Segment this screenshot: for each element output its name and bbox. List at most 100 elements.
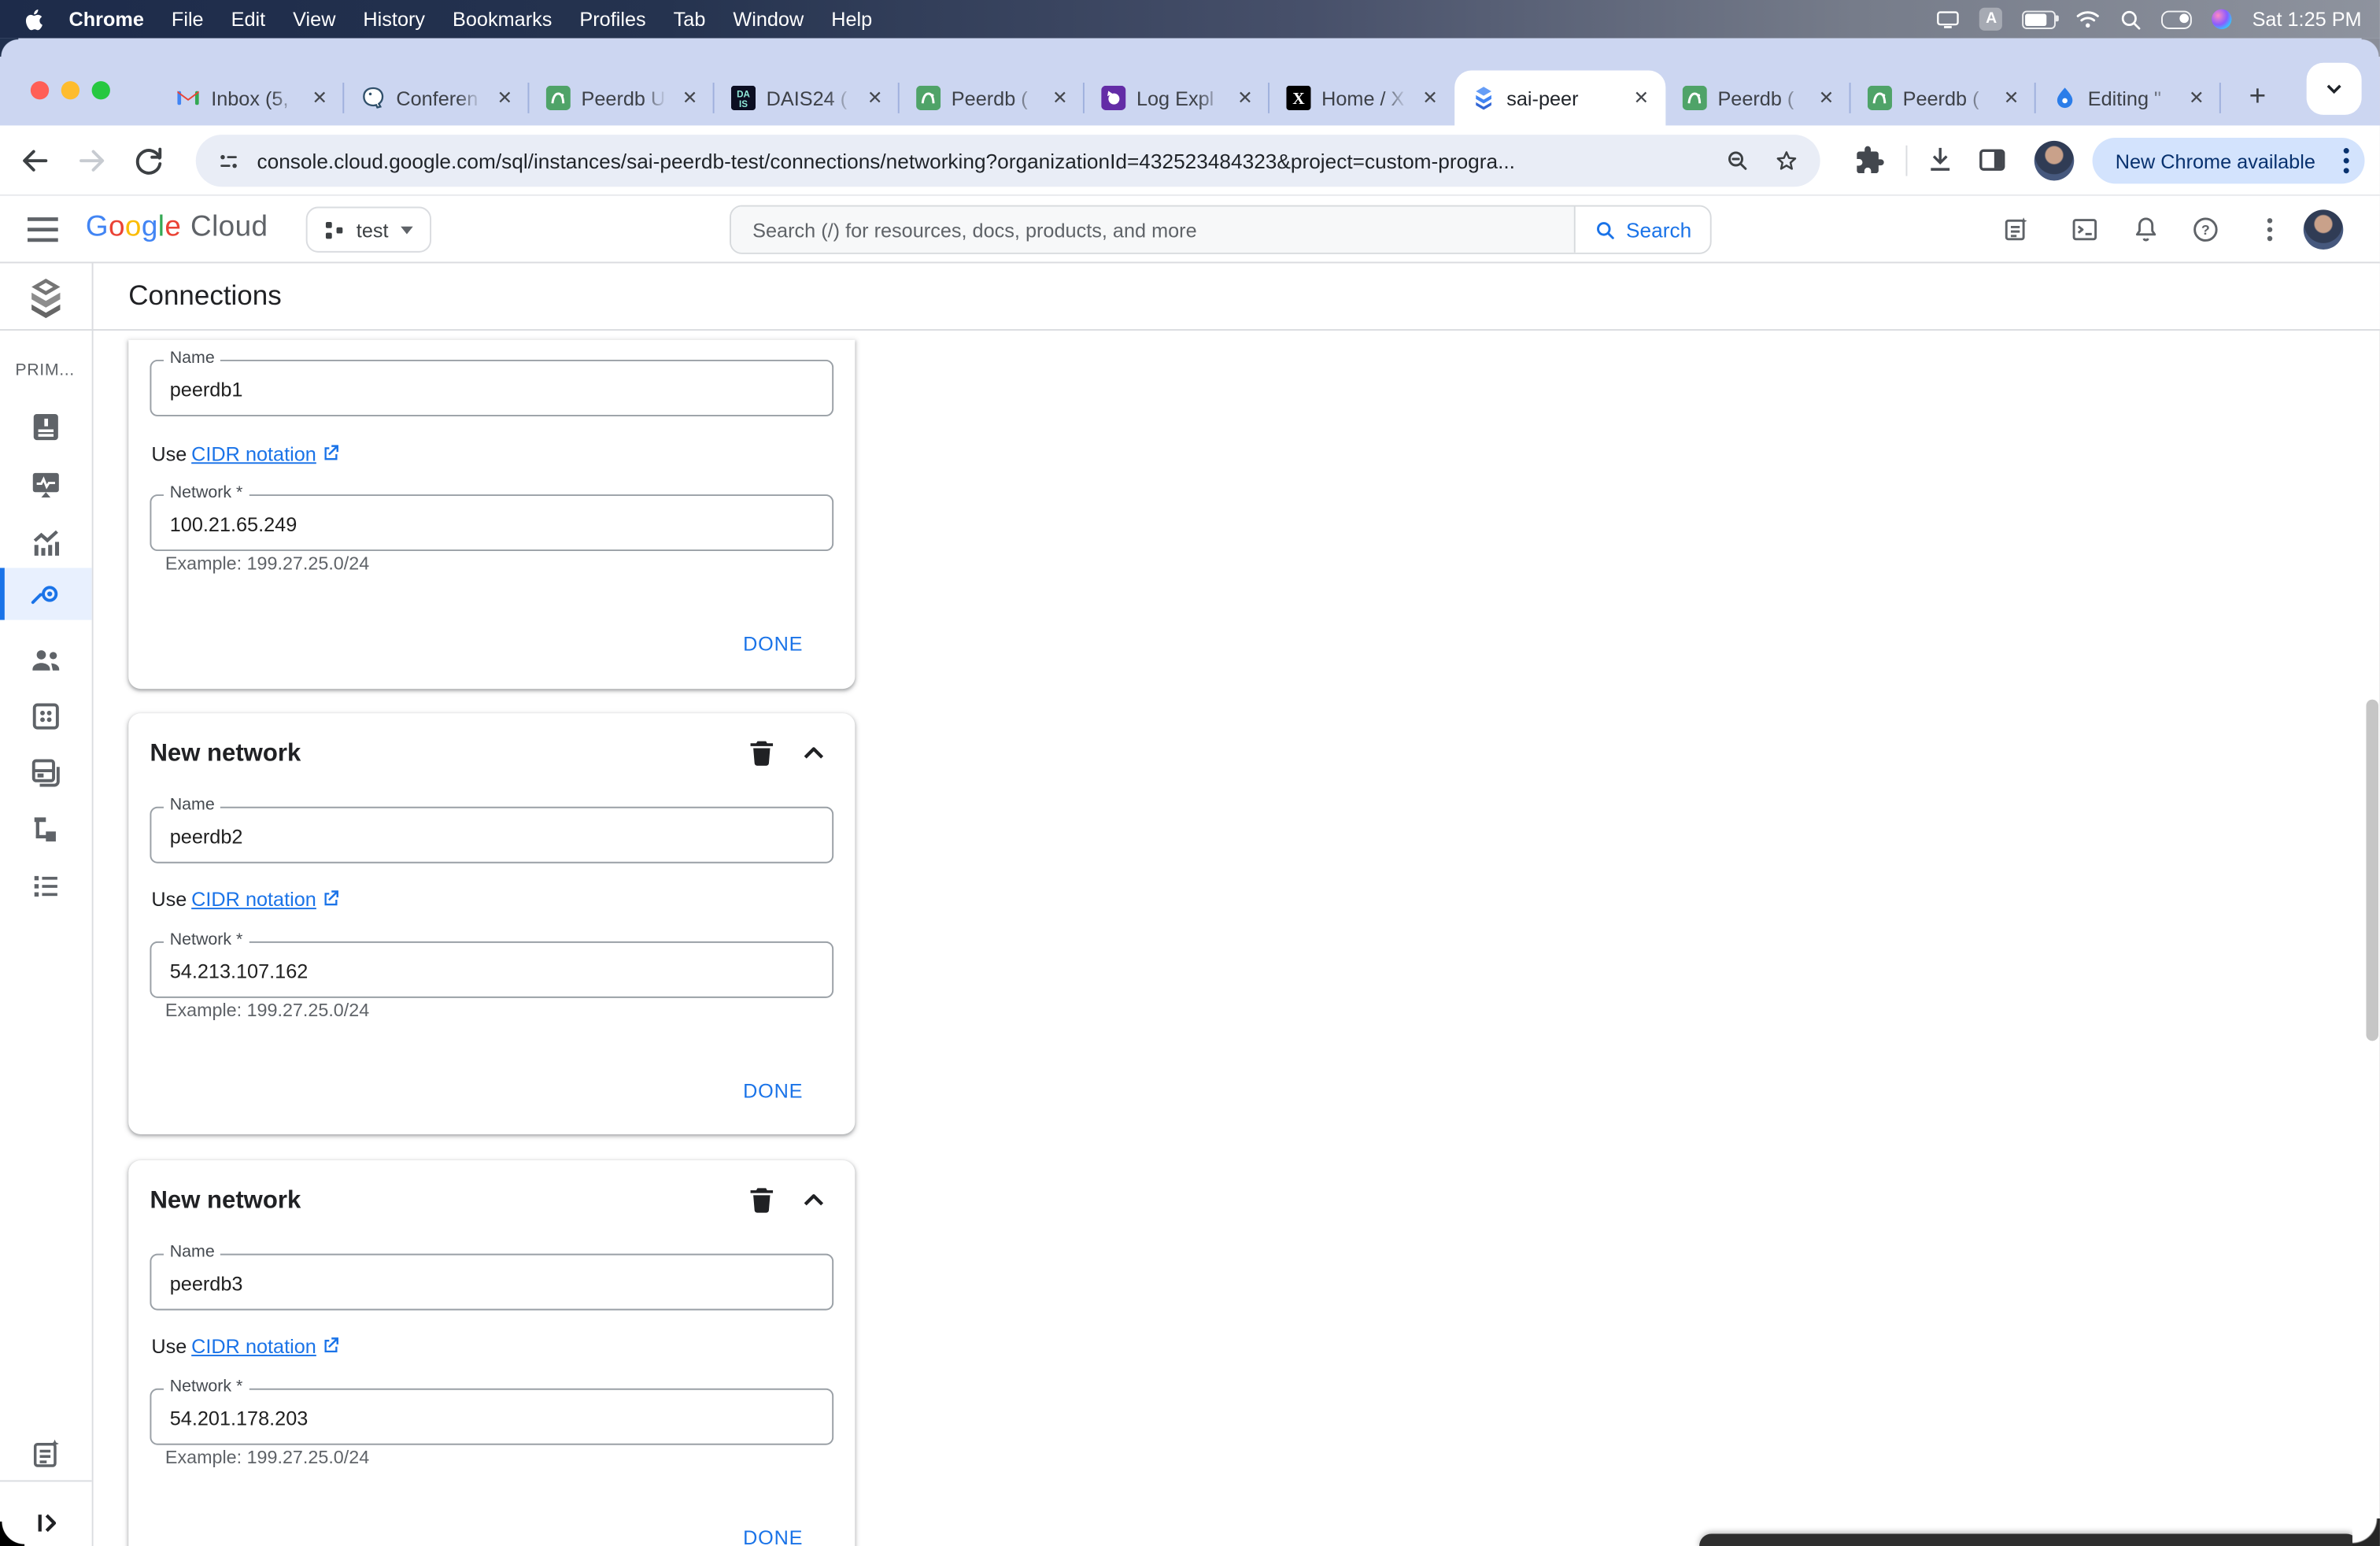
cloud-shell-icon[interactable] bbox=[2069, 214, 2100, 245]
back-button[interactable] bbox=[17, 142, 54, 179]
forward-button[interactable] bbox=[73, 142, 110, 179]
new-tab-button[interactable]: + bbox=[2236, 76, 2278, 119]
sidebar-item-connections[interactable] bbox=[28, 575, 65, 612]
menu-view[interactable]: View bbox=[279, 8, 349, 31]
menu-bookmarks[interactable]: Bookmarks bbox=[439, 8, 566, 31]
close-tab-icon[interactable]: ✕ bbox=[493, 86, 517, 110]
new-chrome-available-chip[interactable]: New Chrome available bbox=[2092, 138, 2365, 184]
download-icon[interactable] bbox=[1924, 144, 1961, 181]
project-icon bbox=[325, 220, 343, 239]
menu-help[interactable]: Help bbox=[818, 8, 886, 31]
zoom-out-icon[interactable] bbox=[1724, 147, 1751, 175]
sidebar-item-users[interactable] bbox=[28, 642, 65, 679]
apple-icon[interactable] bbox=[24, 7, 55, 31]
sidebar-item-operations[interactable] bbox=[28, 868, 65, 905]
menu-history[interactable]: History bbox=[349, 8, 439, 31]
network-input[interactable] bbox=[150, 941, 834, 998]
menu-window[interactable]: Window bbox=[719, 8, 818, 31]
close-tab-icon[interactable]: ✕ bbox=[1999, 86, 2023, 110]
tab-peerdb-4[interactable]: Peerdb ( ✕ bbox=[1851, 70, 2036, 125]
google-cloud-logo[interactable]: Google Cloud bbox=[86, 211, 268, 245]
close-tab-icon[interactable]: ✕ bbox=[2184, 86, 2208, 110]
network-input[interactable] bbox=[150, 494, 834, 552]
scrollbar-thumb[interactable] bbox=[2366, 699, 2378, 1041]
tab-search-button[interactable] bbox=[2306, 62, 2362, 115]
tab-sai-peerdb-active[interactable]: sai-peer ✕ bbox=[1454, 70, 1666, 126]
menu-file[interactable]: File bbox=[157, 8, 217, 31]
battery-icon[interactable] bbox=[2023, 9, 2060, 28]
side-panel-icon[interactable] bbox=[1976, 144, 2013, 181]
name-input[interactable] bbox=[150, 806, 834, 864]
help-icon[interactable]: ? bbox=[2190, 214, 2221, 245]
tab-inbox[interactable]: Inbox (5, ✕ bbox=[159, 70, 345, 125]
tab-conference[interactable]: Conferen ✕ bbox=[344, 70, 530, 125]
cidr-notation-link[interactable]: CIDR notation bbox=[191, 1334, 316, 1357]
reload-button[interactable] bbox=[130, 142, 167, 179]
cloud-search-button[interactable]: Search bbox=[1573, 206, 1710, 253]
app-a-icon[interactable]: A bbox=[1979, 7, 2003, 31]
close-tab-icon[interactable]: ✕ bbox=[863, 86, 887, 110]
name-input[interactable] bbox=[150, 1253, 834, 1311]
account-avatar[interactable] bbox=[2303, 209, 2344, 250]
spotlight-icon[interactable] bbox=[2120, 9, 2142, 30]
network-input[interactable] bbox=[150, 1388, 834, 1445]
done-button[interactable]: DONE bbox=[725, 1515, 822, 1546]
close-tab-icon[interactable]: ✕ bbox=[1814, 86, 1839, 110]
close-tab-icon[interactable]: ✕ bbox=[678, 86, 702, 110]
sidebar-item-insights[interactable] bbox=[28, 525, 65, 562]
extensions-icon[interactable] bbox=[1853, 144, 1890, 181]
zoom-window-button[interactable] bbox=[91, 81, 110, 100]
done-button[interactable]: DONE bbox=[725, 1068, 822, 1111]
tab-peerdb-3[interactable]: Peerdb ( ✕ bbox=[1665, 70, 1851, 125]
notifications-bell-icon[interactable] bbox=[2131, 214, 2161, 245]
browser-profile-avatar[interactable] bbox=[2034, 140, 2075, 181]
active-item-bar bbox=[0, 568, 5, 620]
tab-dais24[interactable]: DA IS DAIS24 ( ✕ bbox=[715, 70, 900, 125]
minimize-window-button[interactable] bbox=[61, 81, 80, 100]
collapse-card-button[interactable] bbox=[797, 736, 834, 773]
close-tab-icon[interactable]: ✕ bbox=[1629, 86, 1654, 110]
project-selector[interactable]: test bbox=[305, 206, 431, 253]
control-center-icon[interactable] bbox=[2161, 9, 2193, 28]
address-bar[interactable]: console.cloud.google.com/sql/instances/s… bbox=[195, 135, 1820, 187]
more-options-icon[interactable] bbox=[2255, 214, 2286, 245]
tab-peerdb-2[interactable]: Peerdb ( ✕ bbox=[900, 70, 1085, 125]
sidebar-item-databases[interactable] bbox=[28, 698, 65, 735]
browser-menu-icon[interactable] bbox=[2343, 147, 2349, 175]
bookmark-star-icon[interactable] bbox=[1772, 147, 1800, 175]
siri-icon[interactable] bbox=[2212, 9, 2233, 29]
close-tab-icon[interactable]: ✕ bbox=[1232, 86, 1257, 110]
delete-network-button[interactable] bbox=[745, 1183, 782, 1220]
release-notes-icon[interactable] bbox=[2001, 214, 2031, 245]
collapse-card-button[interactable] bbox=[797, 1183, 834, 1220]
close-tab-icon[interactable]: ✕ bbox=[308, 86, 332, 110]
hamburger-menu-icon[interactable] bbox=[27, 216, 58, 243]
display-icon[interactable] bbox=[1937, 10, 1960, 28]
cidr-notation-link[interactable]: CIDR notation bbox=[191, 887, 316, 910]
sidebar-item-monitoring[interactable] bbox=[28, 467, 65, 504]
sidebar-item-release-notes[interactable] bbox=[28, 1436, 65, 1473]
wifi-icon[interactable] bbox=[2076, 9, 2101, 29]
tab-log-explorer[interactable]: Log Expl ✕ bbox=[1085, 70, 1270, 125]
tab-editing[interactable]: Editing " ✕ bbox=[2036, 70, 2221, 125]
cidr-notation-link[interactable]: CIDR notation bbox=[191, 442, 316, 464]
tab-home-x[interactable]: X Home / X ✕ bbox=[1269, 70, 1454, 125]
close-tab-icon[interactable]: ✕ bbox=[1048, 86, 1072, 110]
name-input[interactable] bbox=[150, 359, 834, 416]
menu-clock[interactable]: Sat 1:25 PM bbox=[2252, 8, 2362, 31]
menu-edit[interactable]: Edit bbox=[217, 8, 279, 31]
menu-profiles[interactable]: Profiles bbox=[566, 8, 660, 31]
sidebar-item-backups[interactable] bbox=[28, 755, 65, 792]
delete-network-button[interactable] bbox=[745, 736, 782, 773]
tab-peerdb-1[interactable]: Peerdb U ✕ bbox=[529, 70, 715, 125]
cloud-search-input[interactable] bbox=[730, 206, 1574, 253]
menu-chrome[interactable]: Chrome bbox=[55, 8, 157, 31]
close-window-button[interactable] bbox=[30, 81, 50, 100]
done-button[interactable]: DONE bbox=[725, 622, 822, 664]
sidebar-item-replicas[interactable] bbox=[28, 812, 65, 849]
close-tab-icon[interactable]: ✕ bbox=[1418, 86, 1443, 110]
menu-tab[interactable]: Tab bbox=[660, 8, 719, 31]
sidebar-collapse-button[interactable] bbox=[28, 1505, 65, 1542]
site-settings-icon[interactable] bbox=[216, 148, 242, 174]
sidebar-item-overview[interactable] bbox=[28, 409, 65, 446]
